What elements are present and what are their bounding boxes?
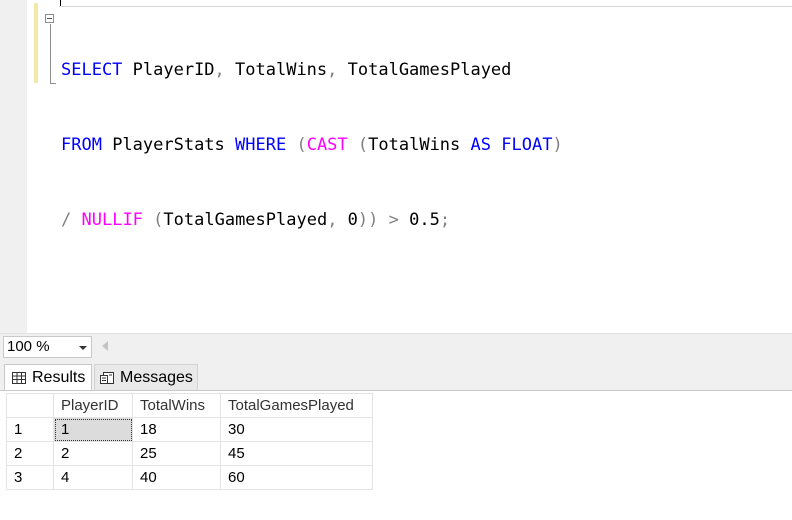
code-token: ,: [327, 210, 338, 230]
outline-line: [50, 24, 51, 83]
code-token: ;: [439, 210, 451, 230]
grid-cell[interactable]: 25: [132, 441, 221, 466]
code-token: PlayerID: [122, 60, 215, 80]
grid-cell[interactable]: 18: [132, 417, 221, 442]
grid-cell[interactable]: 40: [132, 465, 221, 490]
tab-results[interactable]: Results: [4, 364, 92, 390]
tab-messages[interactable]: Messages: [94, 364, 198, 390]
zoom-value: 100 %: [7, 338, 50, 355]
column-header-totalwins[interactable]: TotalWins: [132, 393, 221, 418]
grid-icon: [12, 371, 26, 384]
code-token: TotalGamesPlayed: [163, 210, 328, 230]
grid-cell[interactable]: 45: [220, 441, 373, 466]
editor-margin: [0, 0, 27, 333]
code-token: NULLIF: [81, 210, 143, 230]
code-token: (: [296, 135, 307, 155]
grid-cell[interactable]: 4: [53, 465, 133, 490]
results-tabs-bar: Results Messages: [0, 358, 792, 390]
grid-cell[interactable]: 2: [53, 441, 133, 466]
table-row: 1 1 18 30: [6, 417, 373, 442]
messages-icon: [100, 371, 114, 384]
code-token: >: [388, 210, 399, 230]
code-token: WHERE: [235, 135, 287, 155]
code-token: )): [357, 210, 379, 230]
grid-header-row: PlayerID TotalWins TotalGamesPlayed: [6, 393, 373, 418]
code-token: CAST: [306, 135, 348, 155]
row-number[interactable]: 3: [6, 465, 54, 490]
code-token: FROM: [61, 135, 102, 155]
code-line-2: FROM PlayerStats WHERE (CAST (TotalWins …: [61, 133, 563, 158]
table-row: 3 4 40 60: [6, 465, 373, 490]
column-header-playerid[interactable]: PlayerID: [53, 393, 133, 418]
code-token: /: [61, 210, 72, 230]
code-token: ): [552, 135, 563, 155]
zoom-bar: 100 %: [0, 333, 792, 358]
text-caret: [60, 0, 61, 6]
code-token: SELECT: [61, 60, 123, 80]
code-token: PlayerStats: [101, 135, 236, 155]
code-token: FLOAT: [501, 135, 553, 155]
row-number-header[interactable]: [6, 393, 54, 418]
chevron-down-icon[interactable]: [79, 346, 87, 350]
column-header-totalgamesplayed[interactable]: TotalGamesPlayed: [220, 393, 373, 418]
collapse-minus-icon[interactable]: [45, 14, 54, 23]
outline-end: [50, 83, 56, 84]
code-token: TotalWins: [224, 60, 328, 80]
code-token: 0.5: [398, 210, 440, 230]
code-token: ,: [327, 60, 338, 80]
code-token: AS: [470, 135, 491, 155]
results-grid-area: PlayerID TotalWins TotalGamesPlayed 1 1 …: [0, 390, 792, 520]
code-token: (: [153, 210, 164, 230]
query-editor[interactable]: SELECT PlayerID, TotalWins, TotalGamesPl…: [0, 0, 792, 333]
change-tracking-bar: [34, 3, 38, 83]
zoom-select[interactable]: 100 %: [3, 336, 92, 358]
code-line-3: / NULLIF (TotalGamesPlayed, 0)) > 0.5;: [61, 208, 563, 233]
code-token: 0: [337, 210, 358, 230]
sql-code[interactable]: SELECT PlayerID, TotalWins, TotalGamesPl…: [61, 8, 563, 283]
grid-cell[interactable]: 60: [220, 465, 373, 490]
results-grid: PlayerID TotalWins TotalGamesPlayed 1 1 …: [6, 393, 373, 490]
editor-top-rule: [59, 6, 792, 7]
table-row: 2 2 25 45: [6, 441, 373, 466]
tab-results-label: Results: [32, 368, 86, 386]
code-token: ,: [214, 60, 225, 80]
grid-cell[interactable]: 30: [220, 417, 373, 442]
code-line-1: SELECT PlayerID, TotalWins, TotalGamesPl…: [61, 58, 563, 83]
grid-cell[interactable]: 1: [53, 417, 133, 442]
row-number[interactable]: 2: [6, 441, 54, 466]
code-token: TotalGamesPlayed: [337, 60, 512, 80]
row-number[interactable]: 1: [6, 417, 54, 442]
tab-messages-label: Messages: [120, 368, 193, 386]
code-token: (: [357, 135, 369, 155]
code-token: TotalWins: [368, 135, 471, 155]
scroll-left-icon[interactable]: [102, 341, 108, 351]
